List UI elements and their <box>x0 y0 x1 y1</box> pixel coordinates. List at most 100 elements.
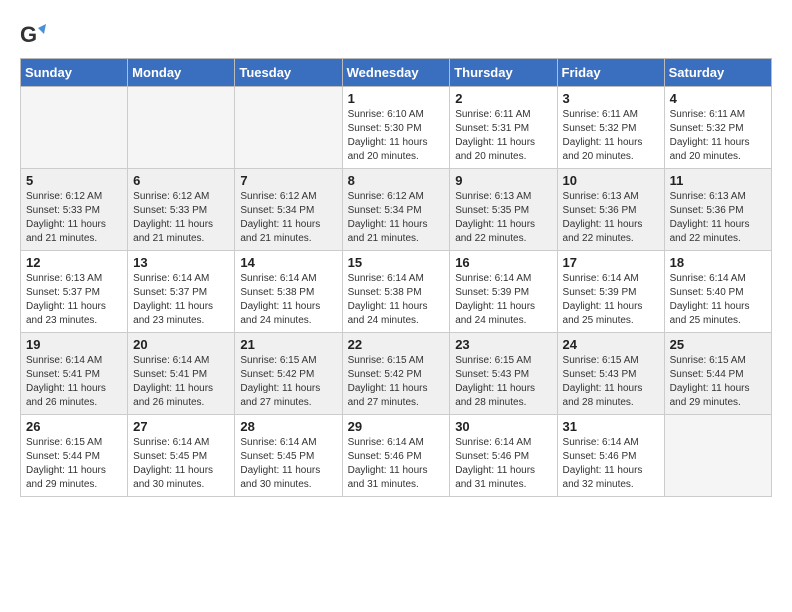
day-number: 27 <box>133 419 229 434</box>
calendar-cell: 21Sunrise: 6:15 AM Sunset: 5:42 PM Dayli… <box>235 333 342 415</box>
day-info: Sunrise: 6:15 AM Sunset: 5:44 PM Dayligh… <box>26 436 122 492</box>
calendar-week-row: 1 Sunrise: 6:10 AM Sunset: 5:30 PM Daylig… <box>21 87 772 169</box>
day-info: Sunrise: 6:14 AM Sunset: 5:46 PM Dayligh… <box>455 436 551 492</box>
weekday-header-sunday: Sunday <box>21 59 128 87</box>
calendar-week-row: 5 Sunrise: 6:12 AM Sunset: 5:33 PM Daylig… <box>21 169 772 251</box>
calendar-table: SundayMondayTuesdayWednesdayThursdayFrid… <box>20 58 772 497</box>
day-number: 12 <box>26 255 122 270</box>
calendar-cell: 23 Sunrise: 6:15 AM Sunset: 5:43 PM Dayli… <box>450 333 557 415</box>
calendar-week-row: 12 Sunrise: 6:13 AM Sunset: 5:37 PM Dayli… <box>21 251 772 333</box>
calendar-cell: 28 Sunrise: 6:14 AM Sunset: 5:45 PM Dayli… <box>235 415 342 497</box>
day-number: 28 <box>240 419 336 434</box>
day-info: Sunrise: 6:10 AM Sunset: 5:30 PM Dayligh… <box>348 108 445 164</box>
calendar-cell: 6Sunrise: 6:12 AM Sunset: 5:33 PM Daylig… <box>128 169 235 251</box>
day-number: 30 <box>455 419 551 434</box>
day-number: 1 <box>348 91 445 106</box>
weekday-header-tuesday: Tuesday <box>235 59 342 87</box>
day-number: 18 <box>670 255 766 270</box>
calendar-cell <box>235 87 342 169</box>
day-info: Sunrise: 6:15 AM Sunset: 5:43 PM Dayligh… <box>563 354 659 410</box>
calendar-cell: 9 Sunrise: 6:13 AM Sunset: 5:35 PM Daylig… <box>450 169 557 251</box>
calendar-cell: 5Sunrise: 6:12 AM Sunset: 5:33 PM Daylig… <box>21 169 128 251</box>
weekday-header-monday: Monday <box>128 59 235 87</box>
calendar-cell: 8 Sunrise: 6:12 AM Sunset: 5:34 PM Daylig… <box>342 169 450 251</box>
calendar-cell: 20Sunrise: 6:14 AM Sunset: 5:41 PM Dayli… <box>128 333 235 415</box>
calendar-cell: 4Sunrise: 6:11 AM Sunset: 5:32 PM Daylig… <box>664 87 771 169</box>
day-info: Sunrise: 6:12 AM Sunset: 5:33 PM Dayligh… <box>133 190 229 246</box>
calendar-cell: 1 Sunrise: 6:10 AM Sunset: 5:30 PM Daylig… <box>342 87 450 169</box>
day-info: Sunrise: 6:12 AM Sunset: 5:34 PM Dayligh… <box>348 190 445 246</box>
page-header: G <box>20 20 772 48</box>
day-info: Sunrise: 6:14 AM Sunset: 5:45 PM Dayligh… <box>133 436 229 492</box>
weekday-header-row: SundayMondayTuesdayWednesdayThursdayFrid… <box>21 59 772 87</box>
day-number: 26 <box>26 419 122 434</box>
day-info: Sunrise: 6:14 AM Sunset: 5:40 PM Dayligh… <box>670 272 766 328</box>
day-number: 29 <box>348 419 445 434</box>
logo-icon: G <box>20 20 48 48</box>
weekday-header-saturday: Saturday <box>664 59 771 87</box>
day-number: 17 <box>563 255 659 270</box>
day-number: 9 <box>455 173 551 188</box>
logo: G <box>20 20 52 48</box>
calendar-cell: 10 Sunrise: 6:13 AM Sunset: 5:36 PM Dayli… <box>557 169 664 251</box>
day-number: 13 <box>133 255 229 270</box>
day-info: Sunrise: 6:13 AM Sunset: 5:36 PM Dayligh… <box>670 190 766 246</box>
day-info: Sunrise: 6:11 AM Sunset: 5:32 PM Dayligh… <box>563 108 659 164</box>
day-number: 7 <box>240 173 336 188</box>
calendar-cell: 15Sunrise: 6:14 AM Sunset: 5:38 PM Dayli… <box>342 251 450 333</box>
calendar-cell: 13Sunrise: 6:14 AM Sunset: 5:37 PM Dayli… <box>128 251 235 333</box>
day-number: 20 <box>133 337 229 352</box>
day-number: 3 <box>563 91 659 106</box>
svg-text:G: G <box>20 22 37 47</box>
calendar-cell: 3 Sunrise: 6:11 AM Sunset: 5:32 PM Daylig… <box>557 87 664 169</box>
day-number: 22 <box>348 337 445 352</box>
calendar-cell: 24Sunrise: 6:15 AM Sunset: 5:43 PM Dayli… <box>557 333 664 415</box>
day-number: 11 <box>670 173 766 188</box>
calendar-cell: 2 Sunrise: 6:11 AM Sunset: 5:31 PM Daylig… <box>450 87 557 169</box>
calendar-cell: 17 Sunrise: 6:14 AM Sunset: 5:39 PM Dayli… <box>557 251 664 333</box>
day-info: Sunrise: 6:15 AM Sunset: 5:43 PM Dayligh… <box>455 354 551 410</box>
day-number: 10 <box>563 173 659 188</box>
calendar-week-row: 26 Sunrise: 6:15 AM Sunset: 5:44 PM Dayli… <box>21 415 772 497</box>
day-number: 31 <box>563 419 659 434</box>
day-info: Sunrise: 6:15 AM Sunset: 5:44 PM Dayligh… <box>670 354 766 410</box>
calendar-cell <box>21 87 128 169</box>
weekday-header-thursday: Thursday <box>450 59 557 87</box>
calendar-cell: 16 Sunrise: 6:14 AM Sunset: 5:39 PM Dayli… <box>450 251 557 333</box>
calendar-cell: 7 Sunrise: 6:12 AM Sunset: 5:34 PM Daylig… <box>235 169 342 251</box>
day-info: Sunrise: 6:14 AM Sunset: 5:45 PM Dayligh… <box>240 436 336 492</box>
day-number: 25 <box>670 337 766 352</box>
calendar-cell: 12 Sunrise: 6:13 AM Sunset: 5:37 PM Dayli… <box>21 251 128 333</box>
day-info: Sunrise: 6:14 AM Sunset: 5:39 PM Dayligh… <box>563 272 659 328</box>
day-info: Sunrise: 6:14 AM Sunset: 5:46 PM Dayligh… <box>348 436 445 492</box>
day-number: 5 <box>26 173 122 188</box>
calendar-cell: 18 Sunrise: 6:14 AM Sunset: 5:40 PM Dayli… <box>664 251 771 333</box>
day-info: Sunrise: 6:14 AM Sunset: 5:39 PM Dayligh… <box>455 272 551 328</box>
day-number: 15 <box>348 255 445 270</box>
day-info: Sunrise: 6:15 AM Sunset: 5:42 PM Dayligh… <box>348 354 445 410</box>
day-info: Sunrise: 6:12 AM Sunset: 5:34 PM Dayligh… <box>240 190 336 246</box>
calendar-cell: 22 Sunrise: 6:15 AM Sunset: 5:42 PM Dayli… <box>342 333 450 415</box>
calendar-cell <box>664 415 771 497</box>
day-number: 19 <box>26 337 122 352</box>
calendar-cell: 27 Sunrise: 6:14 AM Sunset: 5:45 PM Dayli… <box>128 415 235 497</box>
day-number: 2 <box>455 91 551 106</box>
day-number: 21 <box>240 337 336 352</box>
day-info: Sunrise: 6:13 AM Sunset: 5:37 PM Dayligh… <box>26 272 122 328</box>
day-info: Sunrise: 6:11 AM Sunset: 5:32 PM Dayligh… <box>670 108 766 164</box>
day-info: Sunrise: 6:13 AM Sunset: 5:36 PM Dayligh… <box>563 190 659 246</box>
calendar-cell: 11 Sunrise: 6:13 AM Sunset: 5:36 PM Dayli… <box>664 169 771 251</box>
day-number: 8 <box>348 173 445 188</box>
day-info: Sunrise: 6:14 AM Sunset: 5:46 PM Dayligh… <box>563 436 659 492</box>
calendar-cell: 19Sunrise: 6:14 AM Sunset: 5:41 PM Dayli… <box>21 333 128 415</box>
day-info: Sunrise: 6:13 AM Sunset: 5:35 PM Dayligh… <box>455 190 551 246</box>
calendar-cell: 29 Sunrise: 6:14 AM Sunset: 5:46 PM Dayli… <box>342 415 450 497</box>
calendar-cell: 14Sunrise: 6:14 AM Sunset: 5:38 PM Dayli… <box>235 251 342 333</box>
day-number: 23 <box>455 337 551 352</box>
weekday-header-friday: Friday <box>557 59 664 87</box>
day-number: 16 <box>455 255 551 270</box>
day-info: Sunrise: 6:11 AM Sunset: 5:31 PM Dayligh… <box>455 108 551 164</box>
calendar-cell: 26 Sunrise: 6:15 AM Sunset: 5:44 PM Dayli… <box>21 415 128 497</box>
day-info: Sunrise: 6:14 AM Sunset: 5:38 PM Dayligh… <box>240 272 336 328</box>
calendar-week-row: 19Sunrise: 6:14 AM Sunset: 5:41 PM Dayli… <box>21 333 772 415</box>
